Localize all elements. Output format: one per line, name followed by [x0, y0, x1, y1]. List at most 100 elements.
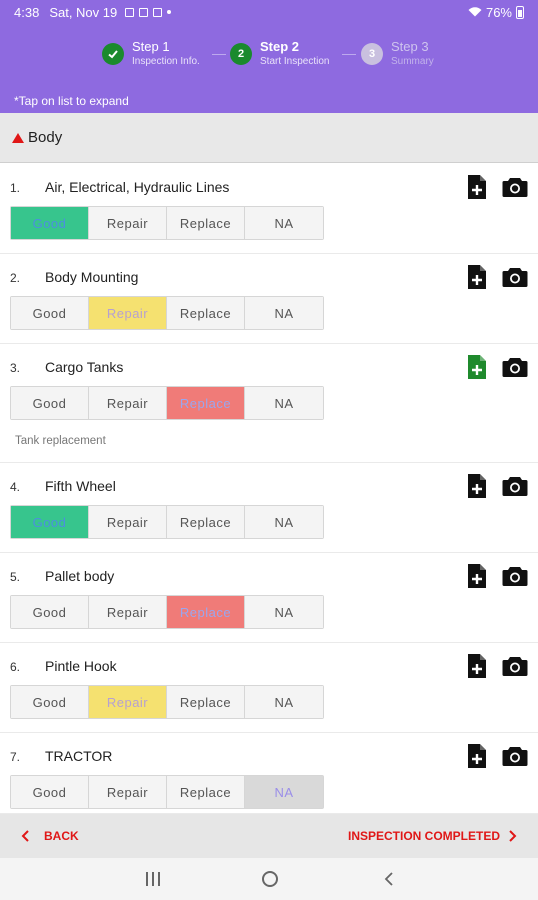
add-note-icon[interactable]: [464, 653, 490, 679]
battery-icon: [516, 5, 524, 19]
option-repair-button[interactable]: Repair: [89, 297, 167, 329]
option-repair-button[interactable]: Repair: [89, 776, 167, 808]
item-number: 3.: [10, 361, 21, 375]
condition-selector: Good Repair Replace NA: [10, 296, 324, 330]
list-item[interactable]: 2. Body Mounting Good Repair Replace NA: [0, 254, 538, 344]
step-2[interactable]: 2 Step 2 Start Inspection: [230, 39, 330, 68]
option-good-button[interactable]: Good: [11, 506, 89, 538]
back-button[interactable]: BACK: [20, 814, 79, 858]
list-item[interactable]: 6. Pintle Hook Good Repair Replace NA: [0, 643, 538, 733]
status-time: 4:38: [14, 4, 40, 20]
option-na-button[interactable]: NA: [245, 387, 323, 419]
back-label: BACK: [44, 829, 79, 843]
inspection-completed-button[interactable]: INSPECTION COMPLETED: [348, 814, 518, 858]
item-name: TRACTOR: [45, 748, 113, 764]
chevron-left-icon: [21, 830, 29, 842]
inspection-completed-label: INSPECTION COMPLETED: [347, 829, 500, 843]
item-name: Pintle Hook: [45, 658, 117, 674]
item-actions: [464, 743, 528, 769]
item-number: 1.: [10, 181, 21, 195]
recent-apps-icon[interactable]: [146, 872, 160, 886]
footer-bar: BACK INSPECTION COMPLETED: [0, 814, 538, 858]
system-nav-bar: [0, 858, 538, 900]
app-header: 4:38 Sat, Nov 19 76% Step 1 Inspection I…: [0, 0, 538, 113]
camera-icon[interactable]: [502, 174, 528, 200]
option-na-button[interactable]: NA: [245, 776, 323, 808]
option-repair-button[interactable]: Repair: [89, 686, 167, 718]
add-note-icon[interactable]: [464, 174, 490, 200]
option-replace-button[interactable]: Replace: [167, 686, 245, 718]
option-repair-button[interactable]: Repair: [89, 506, 167, 538]
add-note-icon[interactable]: [464, 264, 490, 290]
step-2-subtitle: Start Inspection: [260, 56, 330, 68]
camera-icon[interactable]: [502, 563, 528, 589]
image-notification-icon: [125, 7, 135, 17]
step-connector: [342, 54, 356, 55]
list-item[interactable]: 3. Cargo Tanks Good Repair Replace NA Tank rep…: [0, 344, 538, 463]
option-repair-button[interactable]: Repair: [89, 207, 167, 239]
option-good-button[interactable]: Good: [11, 776, 89, 808]
option-replace-button[interactable]: Replace: [167, 297, 245, 329]
option-na-button[interactable]: NA: [245, 207, 323, 239]
camera-icon[interactable]: [502, 264, 528, 290]
step-connector: [212, 54, 226, 55]
list-item[interactable]: 5. Pallet body Good Repair Replace NA: [0, 553, 538, 643]
list-item[interactable]: 1. Air, Electrical, Hydraulic Lines Good Re…: [0, 164, 538, 254]
nav-back-icon[interactable]: [382, 871, 396, 887]
condition-selector: Good Repair Replace NA: [10, 206, 324, 240]
step-2-title: Step 2: [260, 39, 300, 54]
option-replace-button[interactable]: Replace: [167, 776, 245, 808]
item-actions: [464, 354, 528, 380]
item-actions: [464, 563, 528, 589]
status-date: Sat, Nov 19: [49, 4, 118, 20]
option-repair-button[interactable]: Repair: [89, 387, 167, 419]
notification-icons: [125, 7, 172, 17]
list-item[interactable]: 7. TRACTOR Good Repair Replace NA: [0, 733, 538, 814]
step-3-badge: 3: [361, 43, 383, 65]
item-note: Tank replacement: [15, 435, 106, 447]
item-number: 2.: [10, 271, 21, 285]
expand-hint: *Tap on list to expand: [14, 94, 129, 108]
step-1-subtitle: Inspection Info.: [132, 56, 200, 68]
option-replace-button[interactable]: Replace: [167, 207, 245, 239]
option-replace-button[interactable]: Replace: [167, 387, 245, 419]
step-1[interactable]: Step 1 Inspection Info.: [102, 39, 200, 68]
option-replace-button[interactable]: Replace: [167, 596, 245, 628]
item-number: 5.: [10, 570, 21, 584]
add-note-icon[interactable]: [464, 563, 490, 589]
message-notification-icon: [139, 7, 149, 17]
option-good-button[interactable]: Good: [11, 387, 89, 419]
camera-icon[interactable]: [502, 743, 528, 769]
add-note-icon[interactable]: [464, 473, 490, 499]
home-icon[interactable]: [262, 871, 278, 887]
camera-icon[interactable]: [502, 354, 528, 380]
list-item[interactable]: 4. Fifth Wheel Good Repair Replace NA: [0, 463, 538, 553]
condition-selector: Good Repair Replace NA: [10, 595, 324, 629]
option-na-button[interactable]: NA: [245, 596, 323, 628]
step-3-title: Step 3: [391, 39, 429, 54]
option-good-button[interactable]: Good: [11, 207, 89, 239]
collapse-triangle-icon: [12, 132, 24, 143]
step-3[interactable]: 3 Step 3 Summary: [361, 39, 434, 67]
camera-icon[interactable]: [502, 473, 528, 499]
section-title: Body: [28, 129, 63, 146]
option-good-button[interactable]: Good: [11, 686, 89, 718]
option-repair-button[interactable]: Repair: [89, 596, 167, 628]
condition-selector: Good Repair Replace NA: [10, 685, 324, 719]
add-note-icon[interactable]: [464, 354, 490, 380]
status-bar: 4:38 Sat, Nov 19 76%: [0, 0, 538, 24]
option-replace-button[interactable]: Replace: [167, 506, 245, 538]
option-good-button[interactable]: Good: [11, 297, 89, 329]
option-na-button[interactable]: NA: [245, 297, 323, 329]
option-na-button[interactable]: NA: [245, 686, 323, 718]
item-actions: [464, 653, 528, 679]
option-good-button[interactable]: Good: [11, 596, 89, 628]
camera-icon[interactable]: [502, 653, 528, 679]
mail-notification-icon: [153, 7, 163, 17]
section-header-body[interactable]: Body: [0, 113, 538, 163]
condition-selector: Good Repair Replace NA: [10, 775, 324, 809]
option-na-button[interactable]: NA: [245, 506, 323, 538]
inspection-list[interactable]: 1. Air, Electrical, Hydraulic Lines Good Re…: [0, 164, 538, 814]
status-right: 76%: [468, 5, 524, 20]
add-note-icon[interactable]: [464, 743, 490, 769]
